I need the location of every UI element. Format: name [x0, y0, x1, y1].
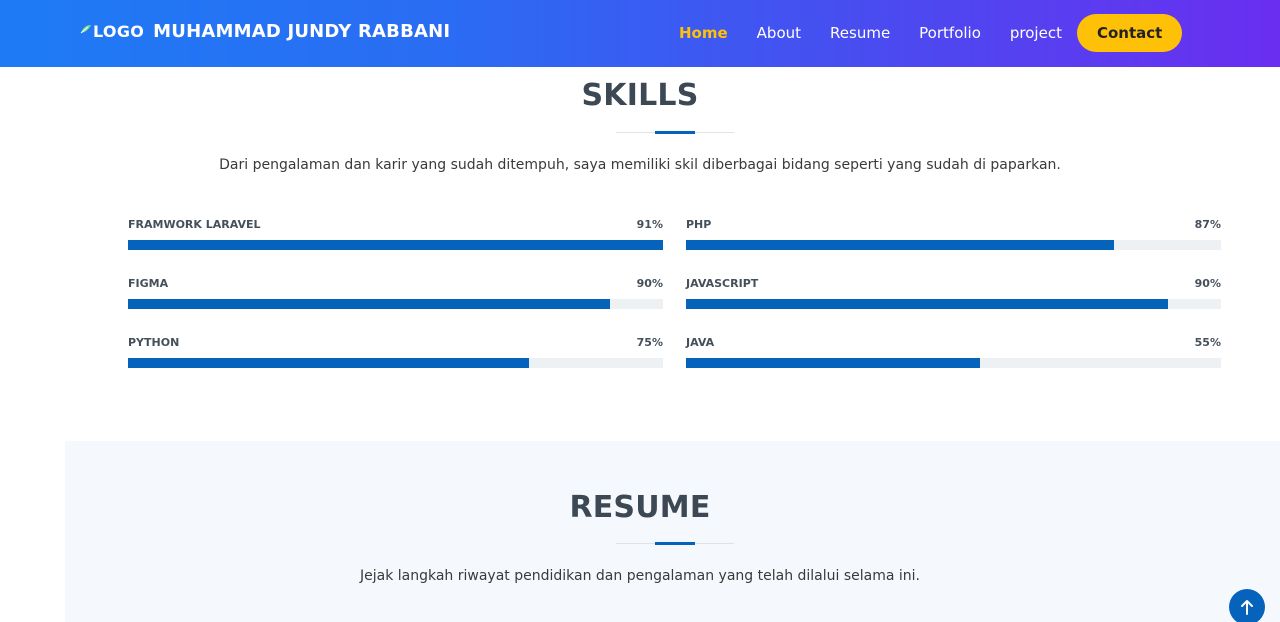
progress-track	[686, 299, 1221, 309]
site-name[interactable]: MUHAMMAD JUNDY RABBANI	[153, 21, 450, 42]
skill-item: PHP 87%	[686, 218, 1221, 250]
skill-name: FRAMWORK LARAVEL	[128, 218, 261, 231]
main-nav: Home About Resume Portfolio project Cont…	[670, 14, 1183, 52]
progress-track	[128, 358, 663, 368]
skill-name: FIGMA	[128, 277, 169, 290]
skill-name: PYTHON	[128, 336, 180, 349]
progress-fill	[128, 358, 530, 368]
skill-name: JAVA	[686, 336, 715, 349]
skill-percent: 90%	[636, 277, 663, 290]
progress-fill	[686, 299, 1168, 309]
skill-percent: 90%	[1194, 277, 1221, 290]
progress-track	[128, 299, 663, 309]
skill-item: FRAMWORK LARAVEL 91%	[128, 218, 663, 250]
skill-item: JAVASCRIPT 90%	[686, 277, 1221, 309]
skills-title: SKILLS	[581, 78, 699, 113]
back-to-top-button[interactable]	[1229, 589, 1265, 622]
site-header: LOGO MUHAMMAD JUNDY RABBANI Home About R…	[0, 0, 1280, 67]
skills-description: Dari pengalaman dan karir yang sudah dit…	[219, 157, 1061, 173]
logo[interactable]: LOGO	[80, 22, 144, 41]
resume-section	[65, 441, 1280, 622]
arrow-up-icon	[1241, 600, 1253, 615]
nav-resume[interactable]: Resume	[821, 14, 899, 52]
progress-fill	[128, 240, 663, 250]
nav-about[interactable]: About	[748, 14, 810, 52]
skills-title-accent	[655, 131, 695, 134]
skill-percent: 91%	[636, 218, 663, 231]
skill-percent: 87%	[1194, 218, 1221, 231]
skill-name: PHP	[686, 218, 712, 231]
resume-title-accent	[655, 542, 695, 545]
nav-project[interactable]: project	[1001, 14, 1071, 52]
skill-item: PYTHON 75%	[128, 336, 663, 368]
skill-percent: 55%	[1194, 336, 1221, 349]
brand[interactable]: LOGO MUHAMMAD JUNDY RABBANI	[80, 21, 450, 42]
progress-fill	[686, 358, 981, 368]
skill-percent: 75%	[636, 336, 663, 349]
nav-portfolio[interactable]: Portfolio	[910, 14, 990, 52]
skill-item: JAVA 55%	[686, 336, 1221, 368]
logo-text: LOGO	[93, 22, 145, 41]
progress-fill	[128, 299, 610, 309]
progress-track	[686, 358, 1221, 368]
nav-home[interactable]: Home	[670, 14, 737, 52]
progress-track	[128, 240, 663, 250]
resume-title: RESUME	[569, 490, 711, 525]
skill-name: JAVASCRIPT	[686, 277, 759, 290]
progress-fill	[686, 240, 1114, 250]
skill-item: FIGMA 90%	[128, 277, 663, 309]
resume-description: Jejak langkah riwayat pendidikan dan pen…	[359, 568, 921, 584]
leaf-icon	[80, 25, 91, 34]
progress-track	[686, 240, 1221, 250]
contact-button[interactable]: Contact	[1076, 14, 1183, 52]
